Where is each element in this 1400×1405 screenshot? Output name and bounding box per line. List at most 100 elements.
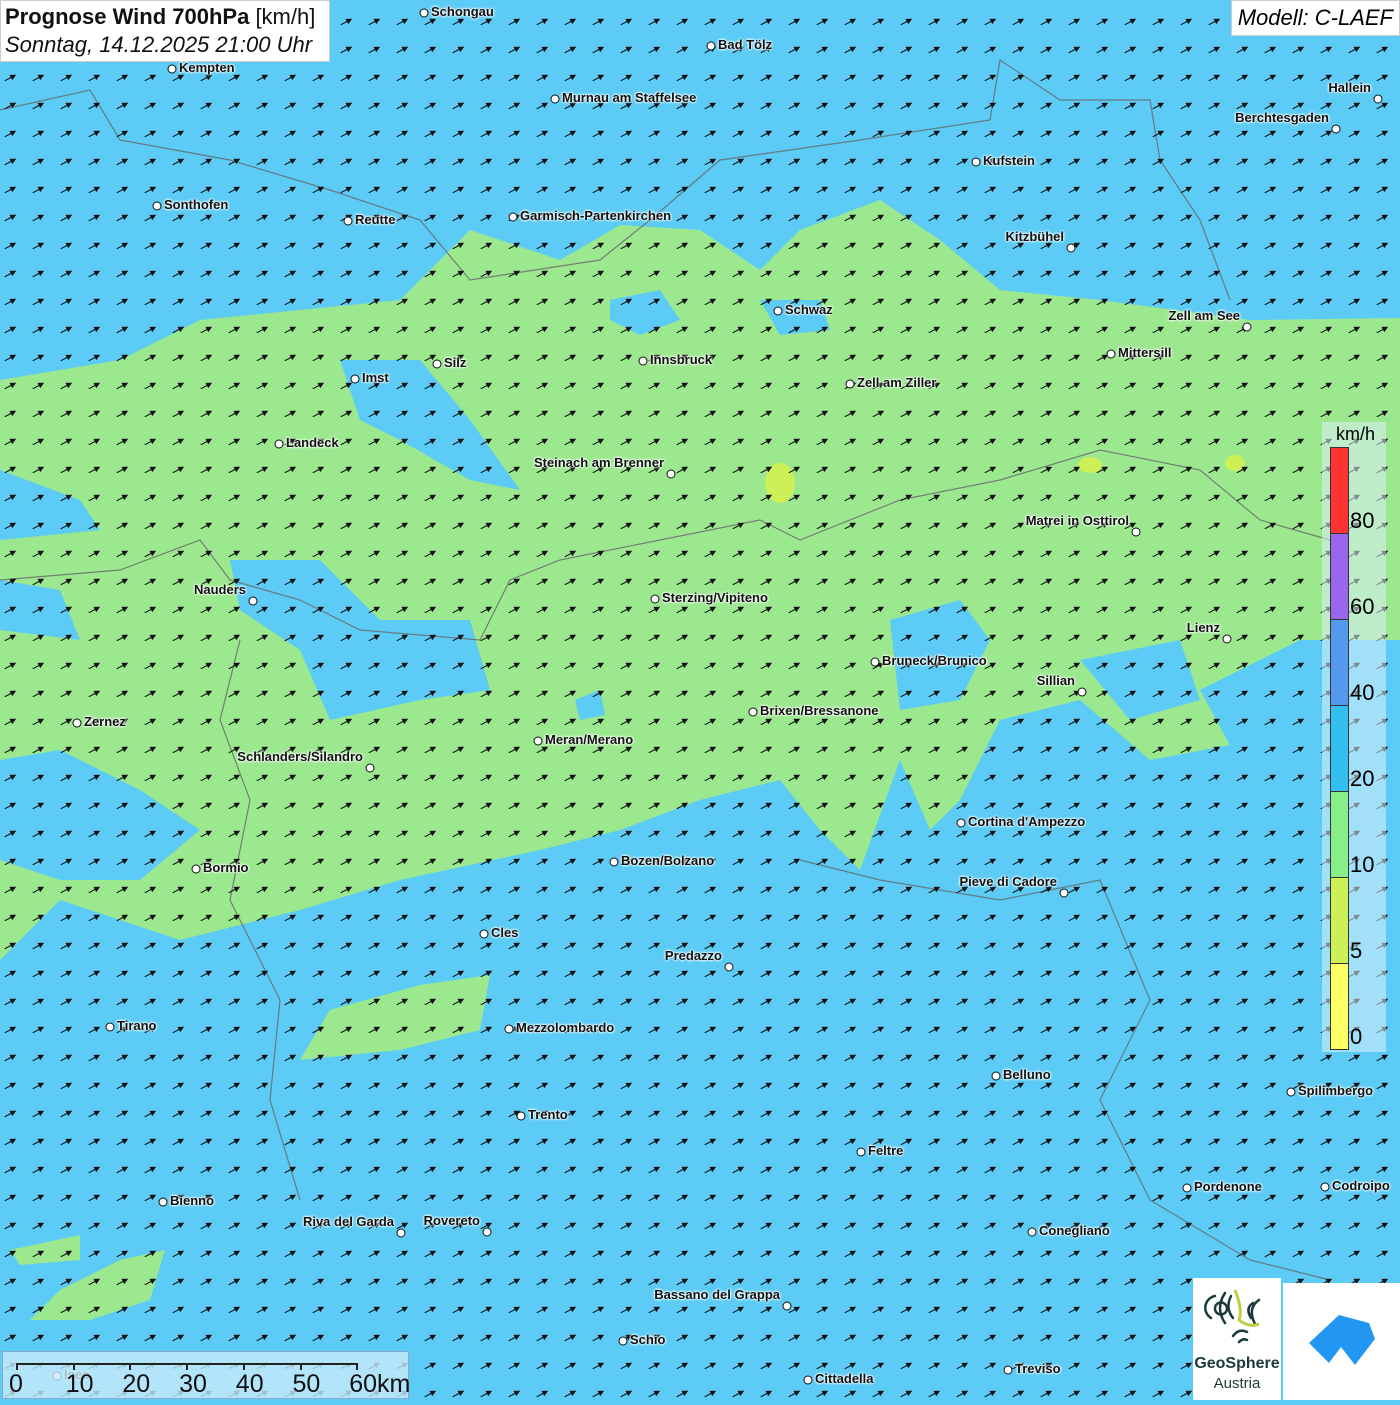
- wind-arrow: [115, 184, 129, 195]
- wind-arrow: [535, 912, 549, 923]
- wind-arrow: [1263, 1136, 1277, 1147]
- city-marker: [509, 213, 518, 222]
- wind-arrow: [1095, 240, 1109, 251]
- wind-arrow: [871, 1248, 885, 1259]
- wind-arrow: [871, 184, 885, 195]
- wind-arrow: [591, 44, 605, 55]
- wind-arrow: [731, 240, 745, 251]
- wind-arrow: [1151, 1220, 1165, 1231]
- wind-arrow: [59, 1052, 73, 1063]
- wind-arrow: [143, 1164, 157, 1175]
- wind-arrow: [507, 1332, 521, 1343]
- wind-arrow: [143, 996, 157, 1007]
- wind-arrow: [1011, 1248, 1025, 1259]
- scale-label: 10: [66, 1370, 94, 1399]
- wind-arrow: [731, 940, 745, 951]
- wind-arrow: [815, 1360, 829, 1371]
- wind-arrow: [647, 1388, 661, 1399]
- wind-arrow: [115, 156, 129, 167]
- wind-arrow: [591, 1388, 605, 1399]
- city-label: Reutte: [355, 212, 395, 227]
- wind-arrow: [87, 912, 101, 923]
- wind-arrow: [535, 1136, 549, 1147]
- wind-arrow: [815, 1388, 829, 1399]
- wind-arrow: [983, 1136, 997, 1147]
- wind-arrow: [759, 1276, 773, 1287]
- wind-arrow: [871, 100, 885, 111]
- wind-arrow: [1011, 940, 1025, 951]
- wind-arrow: [591, 1136, 605, 1147]
- wind-arrow: [227, 100, 241, 111]
- wind-arrow: [1123, 212, 1137, 223]
- wind-arrow: [647, 184, 661, 195]
- wind-arrow: [675, 1276, 689, 1287]
- wind-arrow: [983, 240, 997, 251]
- wind-arrow: [1179, 128, 1193, 139]
- city-marker: [972, 158, 981, 167]
- wind-arrow: [479, 1248, 493, 1259]
- scale-tick: [356, 1363, 358, 1370]
- wind-arrow: [395, 1276, 409, 1287]
- wind-arrow: [283, 1052, 297, 1063]
- city-label: Mezzolombardo: [516, 1020, 614, 1035]
- wind-arrow: [507, 968, 521, 979]
- wind-arrow: [31, 72, 45, 83]
- wind-arrow: [843, 1192, 857, 1203]
- wind-arrow: [311, 1332, 325, 1343]
- wind-arrow: [1011, 744, 1025, 755]
- wind-arrow: [759, 1164, 773, 1175]
- wind-arrow: [1123, 268, 1137, 279]
- wind-arrow: [1375, 1220, 1389, 1231]
- city-marker: [351, 375, 360, 384]
- wind-arrow: [927, 856, 941, 867]
- wind-arrow: [1039, 1304, 1053, 1315]
- wind-arrow: [1291, 1192, 1305, 1203]
- wind-arrow: [647, 1080, 661, 1091]
- wind-arrow: [899, 1248, 913, 1259]
- wind-arrow: [283, 1248, 297, 1259]
- wind-arrow: [1179, 1192, 1193, 1203]
- wind-arrow: [899, 1360, 913, 1371]
- wind-arrow: [171, 268, 185, 279]
- wind-arrow: [1179, 72, 1193, 83]
- wind-arrow: [227, 184, 241, 195]
- wind-arrow: [143, 156, 157, 167]
- wind-arrow: [899, 1276, 913, 1287]
- wind-arrow: [31, 296, 45, 307]
- wind-arrow: [3, 268, 17, 279]
- wind-arrow: [983, 1080, 997, 1091]
- wind-arrow: [675, 1360, 689, 1371]
- wind-arrow: [31, 1276, 45, 1287]
- wind-arrow: [3, 100, 17, 111]
- wind-arrow: [815, 1304, 829, 1315]
- wind-arrow: [871, 1164, 885, 1175]
- wind-arrow: [815, 16, 829, 27]
- wind-arrow: [955, 1304, 969, 1315]
- wind-arrow: [899, 1052, 913, 1063]
- wind-arrow: [423, 1136, 437, 1147]
- wind-arrow: [1263, 44, 1277, 55]
- wind-arrow: [563, 1360, 577, 1371]
- city-marker: [1004, 1366, 1013, 1375]
- wind-arrow: [871, 1080, 885, 1091]
- wind-arrow: [759, 128, 773, 139]
- wind-arrow: [1179, 884, 1193, 895]
- wind-arrow: [535, 856, 549, 867]
- wind-arrow: [311, 1164, 325, 1175]
- wind-arrow: [59, 912, 73, 923]
- legend-color-band: [1330, 447, 1349, 534]
- wind-arrow: [1263, 912, 1277, 923]
- wind-arrow: [59, 968, 73, 979]
- wind-arrow: [1095, 1024, 1109, 1035]
- scale-tick: [73, 1363, 75, 1370]
- wind-arrow: [731, 128, 745, 139]
- wind-arrow: [675, 1220, 689, 1231]
- wind-arrow: [1375, 212, 1389, 223]
- wind-arrow: [367, 1164, 381, 1175]
- wind-arrow: [1151, 1080, 1165, 1091]
- wind-arrow: [1179, 156, 1193, 167]
- wind-arrow: [619, 996, 633, 1007]
- wind-arrow: [759, 1024, 773, 1035]
- wind-arrow: [843, 16, 857, 27]
- wind-arrow: [171, 1080, 185, 1091]
